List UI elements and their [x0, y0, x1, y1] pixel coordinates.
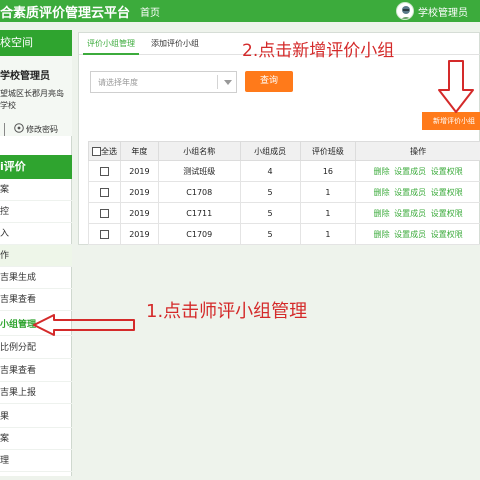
row-members: 5	[239, 181, 301, 203]
set-members-link[interactable]: 设置成员	[394, 188, 426, 197]
user-name: 学校管理员	[418, 7, 468, 19]
profile-divider	[4, 123, 5, 136]
row-actions: 删除 设置成员 设置权限	[355, 223, 480, 245]
table-row: 2019 测试班级 4 16 删除 设置成员 设置权限	[88, 160, 480, 182]
left-sidebar: 校空间 学校管理员 望城区长郡月亮岛 学校 修改密码 i评价 案 控 入 作 吉…	[0, 30, 72, 476]
user-menu[interactable]: 学校管理员	[396, 1, 468, 21]
tab-group-management[interactable]: 评价小组管理	[83, 33, 139, 55]
change-password-link[interactable]: 修改密码	[0, 122, 72, 138]
table-row: 2019 C1711 5 1 删除 设置成员 设置权限	[88, 202, 480, 224]
row-actions: 删除 设置成员 设置权限	[355, 202, 480, 224]
lock-icon	[14, 123, 24, 133]
row-members: 5	[239, 202, 301, 224]
set-permissions-link[interactable]: 设置权限	[431, 167, 463, 176]
col-year-header: 年度	[119, 141, 159, 161]
row-members: 4	[239, 160, 301, 182]
school-space-header: 校空间	[0, 30, 72, 56]
set-permissions-link[interactable]: 设置权限	[431, 188, 463, 197]
delete-link[interactable]: 删除	[374, 230, 390, 239]
set-permissions-link[interactable]: 设置权限	[431, 230, 463, 239]
set-members-link[interactable]: 设置成员	[394, 167, 426, 176]
sidebar-item-12[interactable]: 理	[0, 450, 72, 472]
group-table: 全选 年度 小组名称 小组成员 评价班级 操作 2019 测试班级 4 16 删…	[88, 141, 480, 245]
year-select-placeholder: 请选择年度	[98, 78, 138, 87]
school-profile-card: 学校管理员 望城区长郡月亮岛 学校 修改密码	[0, 56, 72, 136]
col-members-header: 小组成员	[239, 141, 301, 161]
row-checkbox[interactable]	[99, 229, 109, 239]
sidebar-item-2[interactable]: 入	[0, 223, 72, 245]
col-name-header: 小组名称	[157, 141, 241, 161]
table-row: 2019 C1708 5 1 删除 设置成员 设置权限	[88, 181, 480, 203]
row-classes: 1	[299, 223, 357, 245]
set-permissions-link[interactable]: 设置权限	[431, 209, 463, 218]
row-group-name: C1709	[157, 223, 241, 245]
change-password-label: 修改密码	[26, 125, 58, 134]
table-row: 2019 C1709 5 1 删除 设置成员 设置权限	[88, 223, 480, 245]
step1-annotation: 1.点击师评小组管理	[146, 301, 308, 322]
sidebar-item-3[interactable]: 作	[0, 245, 72, 267]
school-address-line2: 学校	[0, 101, 16, 110]
chevron-down-icon	[224, 80, 232, 85]
set-members-link[interactable]: 设置成员	[394, 209, 426, 218]
query-button[interactable]: 查询	[245, 71, 293, 92]
delete-link[interactable]: 删除	[374, 188, 390, 197]
row-checkbox[interactable]	[99, 208, 109, 218]
col-actions-header: 操作	[355, 141, 480, 161]
app-title: 合素质评价管理云平台	[0, 6, 131, 21]
evaluation-menu-header[interactable]: i评价	[0, 155, 72, 179]
nav-home-link[interactable]: 首页	[140, 4, 160, 19]
delete-link[interactable]: 删除	[374, 167, 390, 176]
left-arrow-icon	[33, 314, 135, 336]
row-checkbox[interactable]	[99, 166, 109, 176]
down-arrow-icon	[438, 60, 474, 113]
app-root: 合素质评价管理云平台 首页 学校管理员 校空间 学校管理员 望城区长郡月亮岛 学…	[0, 0, 480, 480]
main-panel: 评价小组管理 添加评价小组 请选择年度 查询 新增评价小组 全选 年度 小组名称…	[78, 32, 480, 245]
sidebar-item-0[interactable]: 案	[0, 179, 72, 201]
sidebar-item-7[interactable]: 比例分配	[0, 337, 72, 359]
row-classes: 1	[299, 181, 357, 203]
row-actions: 删除 设置成员 设置权限	[355, 160, 480, 182]
sidebar-item-1[interactable]: 控	[0, 201, 72, 223]
row-classes: 16	[299, 160, 357, 182]
step2-annotation: 2.点击新增评价小组	[242, 41, 395, 61]
row-year: 2019	[119, 223, 159, 245]
set-members-link[interactable]: 设置成员	[394, 230, 426, 239]
sidebar-item-11[interactable]: 案	[0, 428, 72, 450]
school-address-line1: 望城区长郡月亮岛	[0, 89, 64, 98]
select-all-label: 全选	[100, 146, 117, 156]
row-members: 5	[239, 223, 301, 245]
select-all-checkbox[interactable]	[91, 146, 101, 156]
table-header-row: 全选 年度 小组名称 小组成员 评价班级 操作	[88, 141, 480, 161]
row-group-name: C1711	[157, 202, 241, 224]
year-select[interactable]: 请选择年度	[90, 71, 237, 93]
row-classes: 1	[299, 202, 357, 224]
row-group-name: C1708	[157, 181, 241, 203]
col-classes-header: 评价班级	[299, 141, 357, 161]
top-header: 合素质评价管理云平台 首页 学校管理员	[0, 0, 480, 22]
add-group-button[interactable]: 新增评价小组	[422, 112, 480, 130]
row-year: 2019	[119, 202, 159, 224]
sidebar-item-5[interactable]: 吉果查看	[0, 289, 72, 311]
avatar-icon	[396, 2, 414, 20]
select-divider	[217, 75, 218, 89]
row-group-name: 测试班级	[157, 160, 241, 182]
row-actions: 删除 设置成员 设置权限	[355, 181, 480, 203]
school-name: 学校管理员	[0, 71, 50, 82]
sidebar-item-4[interactable]: 吉果生成	[0, 267, 72, 289]
sidebar-item-8[interactable]: 吉果查看	[0, 360, 72, 382]
delete-link[interactable]: 删除	[374, 209, 390, 218]
row-year: 2019	[119, 181, 159, 203]
sidebar-item-9[interactable]: 吉果上报	[0, 382, 72, 404]
select-all-header[interactable]: 全选	[88, 141, 121, 161]
row-year: 2019	[119, 160, 159, 182]
tab-add-group[interactable]: 添加评价小组	[143, 33, 207, 55]
sidebar-item-10[interactable]: 果	[0, 406, 72, 428]
row-checkbox[interactable]	[99, 187, 109, 197]
